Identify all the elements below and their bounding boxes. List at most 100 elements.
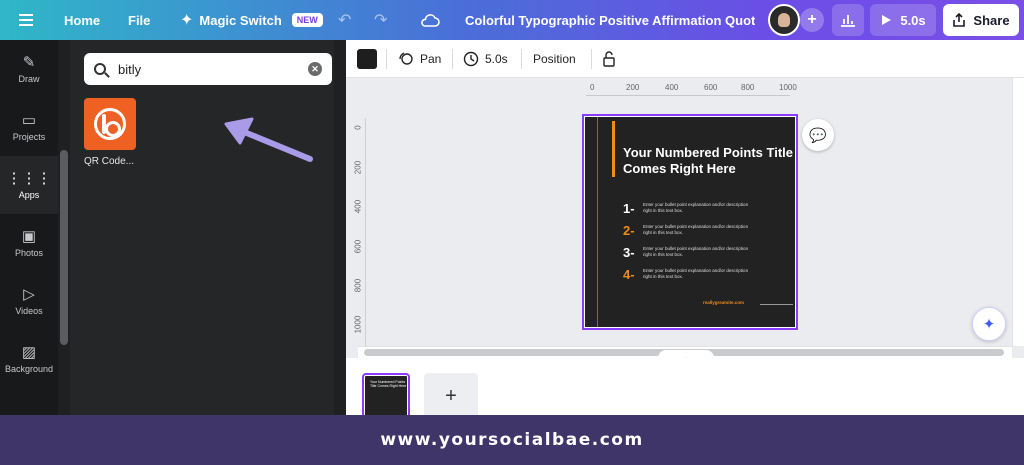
numbered-point[interactable]: 2- Enter your bullet point explanation a… <box>623 222 753 238</box>
share-icon <box>953 13 966 27</box>
add-comment-button[interactable]: 💬 <box>802 119 834 151</box>
bar-chart-icon <box>841 15 855 27</box>
page-thumbnail[interactable]: Your Numbered Points Title Comes Right H… <box>362 373 410 419</box>
footer-banner: www.yoursocialbae.com <box>0 415 1024 465</box>
numbered-point[interactable]: 1- Enter your bullet point explanation a… <box>623 201 753 216</box>
divider <box>452 49 453 69</box>
point-text: Enter your bullet point explanation and/… <box>643 202 749 213</box>
ruler-tick-label: 600 <box>704 83 718 92</box>
avatar[interactable] <box>768 4 800 36</box>
divider <box>386 49 387 69</box>
bitly-logo-icon <box>94 108 126 140</box>
ruler-tick-label: 1000 <box>353 315 363 334</box>
present-button[interactable]: 5.0s <box>870 4 936 36</box>
timing-button[interactable]: 5.0s <box>463 40 508 78</box>
decorative-line <box>597 117 598 327</box>
video-icon: ▷ <box>23 285 35 303</box>
comment-icon: 💬 <box>809 126 827 143</box>
lock-icon <box>603 51 615 67</box>
point-number: 3- <box>623 244 635 260</box>
ruler-tick-label: 600 <box>353 239 363 254</box>
rail-item-photos[interactable]: ▣ Photos <box>0 214 58 272</box>
add-page-button[interactable]: + <box>424 373 478 419</box>
file-menu-button[interactable]: File <box>128 0 150 40</box>
pan-icon <box>399 52 413 65</box>
redo-icon[interactable]: ↷ <box>374 0 387 40</box>
rail-item-projects[interactable]: ▭ Projects <box>0 98 58 156</box>
share-label: Share <box>973 12 1010 28</box>
magic-wand-icon: ✦ <box>180 12 194 29</box>
folder-icon: ▭ <box>21 111 37 129</box>
divider <box>521 49 522 69</box>
ruler-tick-label: 200 <box>353 160 363 175</box>
magic-switch-label: Magic Switch <box>199 12 282 28</box>
ruler-tick-label: 1000 <box>779 83 797 92</box>
insights-button[interactable] <box>832 4 864 36</box>
decorative-rule <box>760 304 793 305</box>
apps-grid-icon: ⋮⋮⋮ <box>6 169 52 187</box>
hamburger-menu-icon[interactable] <box>14 0 38 40</box>
context-toolbar: Pan 5.0s Position <box>346 40 1024 78</box>
point-number: 4- <box>623 266 635 282</box>
timing-label: 5.0s <box>485 52 508 66</box>
design-page[interactable]: Your Numbered Points Title Comes Right H… <box>582 114 798 330</box>
panel-scrollbar[interactable] <box>334 40 346 415</box>
point-number: 2- <box>623 222 635 238</box>
search-input[interactable] <box>118 61 298 77</box>
rail-scroll-thumb[interactable] <box>60 150 68 345</box>
pointer-arrow-annotation <box>224 117 313 162</box>
home-button[interactable]: Home <box>64 0 100 40</box>
cloud-save-icon[interactable] <box>420 0 440 40</box>
play-icon <box>882 15 892 25</box>
rail-item-videos[interactable]: ▷ Videos <box>0 272 58 330</box>
website-url[interactable]: reallygreatsite.com <box>703 300 744 305</box>
point-text: Enter your bullet point explanation and/… <box>643 224 749 235</box>
divider <box>591 49 592 69</box>
pan-label: Pan <box>420 52 442 66</box>
app-name-label: QR Code... <box>84 156 135 167</box>
point-text: Enter your bullet point explanation and/… <box>643 268 749 279</box>
design-title[interactable]: Your Numbered Points Title Comes Right H… <box>623 145 793 177</box>
rail-item-label: Projects <box>12 131 46 142</box>
page-strip: Your Numbered Points Title Comes Right H… <box>346 358 1024 419</box>
rail-scrollbar[interactable] <box>58 40 70 415</box>
ruler-tick-label: 800 <box>741 83 755 92</box>
ruler-tick-label: 400 <box>353 199 363 214</box>
ruler-tick-label: 0 <box>590 83 595 92</box>
lock-button[interactable] <box>602 40 616 78</box>
rail-item-label: Photos <box>14 247 44 258</box>
ruler-top: 0 200 400 600 800 1000 <box>586 80 797 96</box>
magic-assistant-button[interactable]: ✦ <box>972 307 1006 341</box>
footer-website-text: www.yoursocialbae.com <box>380 430 644 450</box>
canvas-vertical-scrollbar[interactable] <box>1012 78 1024 346</box>
left-rail: ✎ Draw ▭ Projects ⋮⋮⋮ Apps ▣ Photos ▷ Vi… <box>0 40 58 415</box>
rail-item-background[interactable]: ▨ Background <box>0 330 58 388</box>
draw-icon: ✎ <box>22 53 36 71</box>
search-box[interactable]: ✕ <box>84 53 332 85</box>
plus-icon: + <box>445 384 457 407</box>
clear-search-icon[interactable]: ✕ <box>308 62 322 76</box>
ruler-tick-label: 0 <box>353 125 363 130</box>
bitly-app-tile[interactable] <box>84 98 136 150</box>
numbered-point[interactable]: 3- Enter your bullet point explanation a… <box>623 244 753 260</box>
rail-item-apps[interactable]: ⋮⋮⋮ Apps <box>0 156 58 214</box>
present-duration: 5.0s <box>900 12 926 28</box>
magic-switch-button[interactable]: ✦ Magic Switch NEW <box>180 0 323 40</box>
document-title[interactable]: Colorful Typographic Positive Affirmatio… <box>465 0 755 40</box>
rail-item-draw[interactable]: ✎ Draw <box>0 40 58 98</box>
undo-icon[interactable]: ↶ <box>338 0 351 40</box>
numbered-point[interactable]: 4- Enter your bullet point explanation a… <box>623 266 753 282</box>
color-swatch[interactable] <box>357 49 377 69</box>
background-hatch-icon: ▨ <box>21 343 37 361</box>
position-button[interactable]: Position <box>533 40 576 78</box>
search-icon <box>94 63 106 75</box>
add-collaborator-button[interactable]: + <box>800 8 824 32</box>
share-button[interactable]: Share <box>943 4 1019 36</box>
point-text: Enter your bullet point explanation and/… <box>643 246 749 257</box>
pan-button[interactable]: Pan <box>398 40 441 78</box>
rail-item-label: Draw <box>18 73 40 84</box>
image-icon: ▣ <box>21 227 37 245</box>
ruler-tick-label: 800 <box>353 278 363 293</box>
rail-item-label: Apps <box>18 189 40 200</box>
plus-icon: + <box>807 11 817 28</box>
